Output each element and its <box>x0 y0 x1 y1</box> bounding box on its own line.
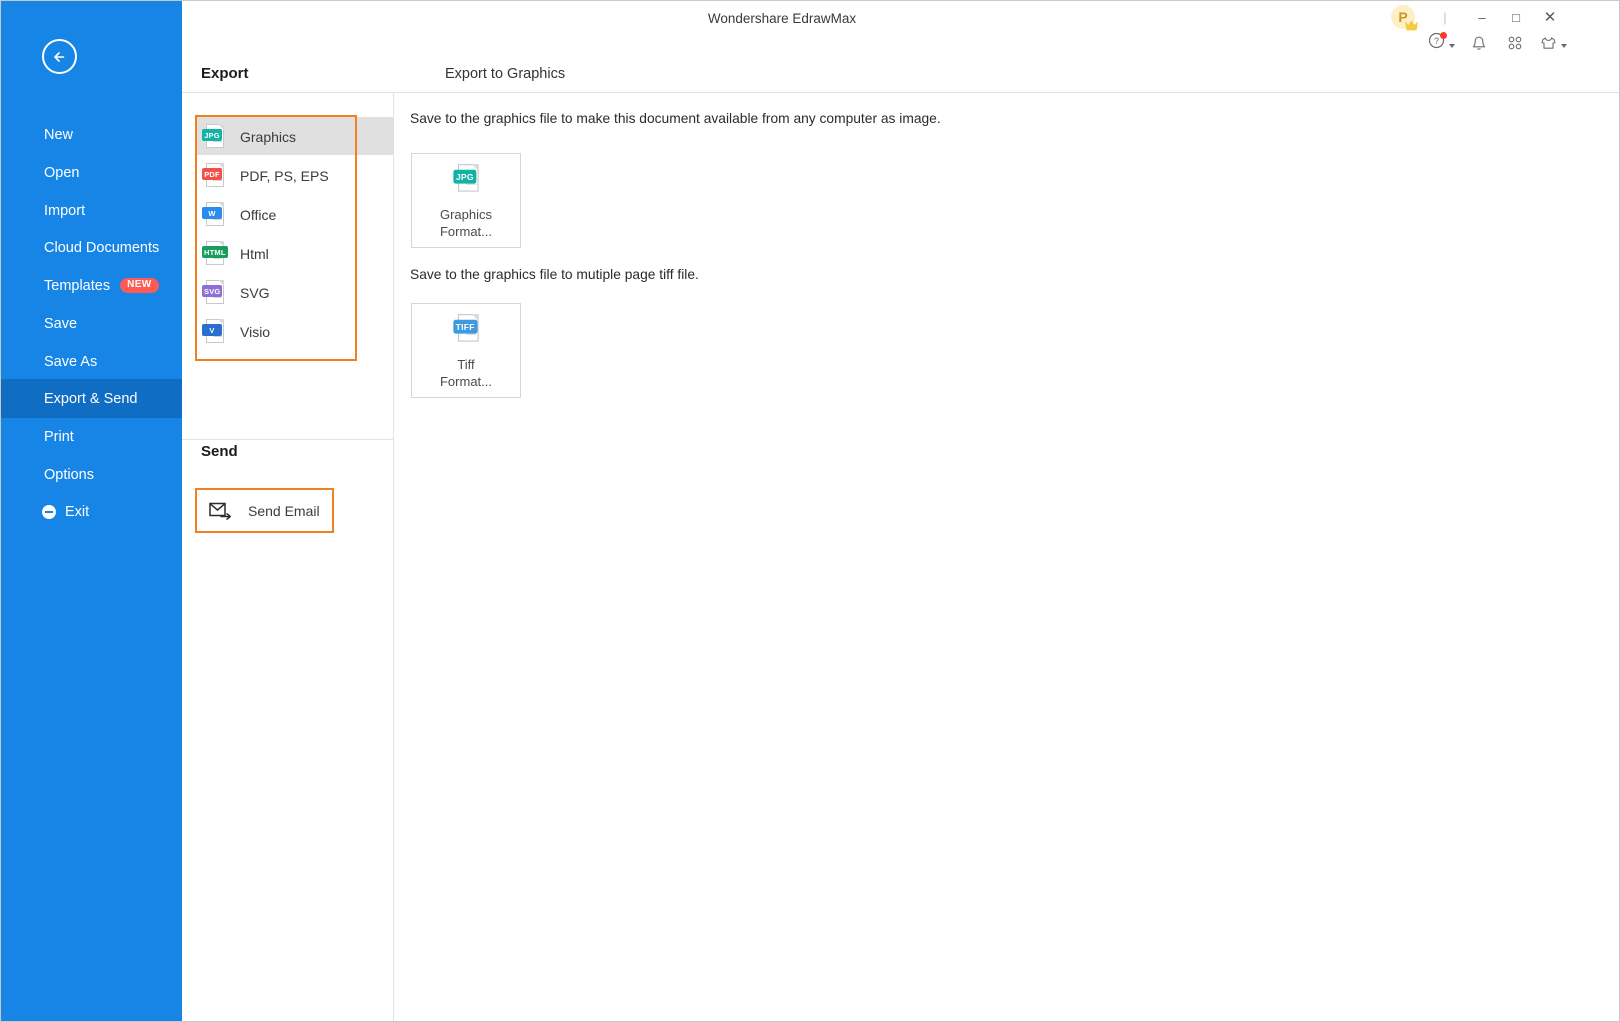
sidebar-item-label: Templates <box>44 277 111 294</box>
sidebar-item-exit[interactable]: Exit <box>1 492 182 531</box>
send-email-label: Send Email <box>248 502 320 519</box>
exit-icon <box>42 504 56 519</box>
export-option-svg[interactable]: SVG SVG <box>195 273 394 313</box>
sidebar-item-cloud-documents[interactable]: Cloud Documents <box>1 228 182 267</box>
close-button[interactable]: ✕ <box>1535 5 1565 29</box>
export-option-label: PDF, PS, EPS <box>240 168 329 184</box>
sidebar-item-templates[interactable]: Templates NEW <box>1 266 182 305</box>
theme-button[interactable] <box>1540 31 1567 55</box>
graphics-description: Save to the graphics file to make this d… <box>410 111 941 126</box>
apps-grid-button[interactable] <box>1507 31 1523 55</box>
send-email-button[interactable]: Send Email <box>195 488 334 533</box>
sidebar-item-label: Export & Send <box>44 390 138 407</box>
app-title: Wondershare EdrawMax <box>707 10 857 26</box>
file-type-tag: HTML <box>202 246 228 258</box>
graphics-format-card[interactable]: JPG Graphics Format... <box>411 153 521 248</box>
file-type-tag: JPG <box>453 169 477 184</box>
send-section-heading: Send <box>201 443 238 460</box>
sidebar-item-open[interactable]: Open <box>1 153 182 192</box>
chevron-down-icon <box>1449 44 1455 48</box>
visio-file-icon: V <box>202 319 224 345</box>
sidebar-item-label: Open <box>44 164 80 181</box>
card-caption-line2: Format... <box>439 224 492 239</box>
file-type-tag: JPG <box>202 129 222 141</box>
notification-dot <box>1440 32 1447 39</box>
pdf-file-icon: PDF <box>202 163 224 189</box>
card-caption-line2: Format... <box>439 374 492 389</box>
sidebar-item-save-as[interactable]: Save As <box>1 342 182 381</box>
svg-file-icon: SVG <box>202 280 224 306</box>
back-arrow-icon <box>53 51 64 62</box>
tiff-description: Save to the graphics file to mutiple pag… <box>410 267 699 282</box>
export-option-office[interactable]: W Office <box>195 195 394 235</box>
titlebar-separator: | <box>1443 9 1447 25</box>
sidebar-item-import[interactable]: Import <box>1 191 182 230</box>
sidebar-item-label: Exit <box>65 503 90 520</box>
jpg-file-icon: JPG <box>453 164 479 194</box>
export-option-label: SVG <box>240 285 270 301</box>
header-divider-left <box>182 92 394 93</box>
file-type-tag: V <box>202 324 222 336</box>
file-type-tag: SVG <box>202 285 223 297</box>
sidebar-item-label: Import <box>44 202 86 219</box>
sidebar-item-label: Cloud Documents <box>44 239 160 256</box>
sidebar-item-label: Print <box>44 428 74 445</box>
export-option-html[interactable]: HTML Html <box>195 234 394 274</box>
tiff-format-card[interactable]: TIFF Tiff Format... <box>411 303 521 398</box>
bell-icon <box>1472 36 1486 50</box>
card-caption: Tiff Format... <box>440 356 492 390</box>
notifications-button[interactable] <box>1471 31 1487 55</box>
export-option-visio[interactable]: V Visio <box>195 312 394 352</box>
shirt-icon <box>1541 37 1556 49</box>
avatar[interactable]: P <box>1391 5 1418 31</box>
tiff-file-icon: TIFF <box>453 314 479 344</box>
help-button[interactable]: ? <box>1428 31 1455 55</box>
export-option-label: Office <box>240 207 277 223</box>
jpg-file-icon: JPG <box>202 124 224 150</box>
sidebar-item-label: Save As <box>44 353 98 370</box>
word-file-icon: W <box>202 202 224 228</box>
chevron-down-icon <box>1561 44 1567 48</box>
export-option-label: Visio <box>240 324 271 340</box>
edrawmax-window: New Open Import Cloud Documents Template… <box>0 0 1620 1022</box>
html-file-icon: HTML <box>202 241 228 267</box>
file-type-tag: W <box>202 207 222 219</box>
export-option-label: Html <box>240 246 269 262</box>
send-email-icon <box>209 502 231 520</box>
content-scrollbar[interactable] <box>1611 93 1618 1021</box>
card-caption-line1: Tiff <box>457 357 475 372</box>
sidebar-item-label: Options <box>44 466 94 483</box>
sidebar-item-options[interactable]: Options <box>1 455 182 494</box>
sidebar-item-label: New <box>44 126 74 143</box>
card-caption: Graphics Format... <box>440 206 492 240</box>
sidebar-item-print[interactable]: Print <box>1 417 182 456</box>
sidebar-item-export-and-send[interactable]: Export & Send <box>1 379 182 418</box>
panel-divider-horizontal <box>182 439 394 440</box>
page-title: Export to Graphics <box>445 66 566 82</box>
export-section-heading: Export <box>201 65 249 82</box>
card-caption-line1: Graphics <box>439 207 493 222</box>
back-button[interactable] <box>42 39 77 74</box>
svg-text:?: ? <box>1434 36 1439 46</box>
export-option-label: Graphics <box>240 129 297 145</box>
file-type-tag: TIFF <box>453 319 478 334</box>
maximize-button[interactable]: □ <box>1501 5 1531 29</box>
backstage-sidebar: New Open Import Cloud Documents Template… <box>1 1 182 1021</box>
avatar-letter: P <box>1398 9 1408 25</box>
export-option-graphics[interactable]: JPG Graphics <box>195 117 394 157</box>
header-divider-right <box>394 92 1619 93</box>
export-option-pdf-ps-eps[interactable]: PDF PDF, PS, EPS <box>195 156 394 196</box>
minimize-button[interactable]: – <box>1467 5 1497 29</box>
templates-new-badge: NEW <box>120 278 159 293</box>
file-type-tag: PDF <box>202 168 222 180</box>
sidebar-item-label: Save <box>44 315 78 332</box>
sidebar-item-save[interactable]: Save <box>1 304 182 343</box>
sidebar-item-new[interactable]: New <box>1 115 182 154</box>
title-bar: Wondershare EdrawMax P | – □ ✕ ? <box>182 1 1619 50</box>
grid-icon <box>1508 36 1522 50</box>
